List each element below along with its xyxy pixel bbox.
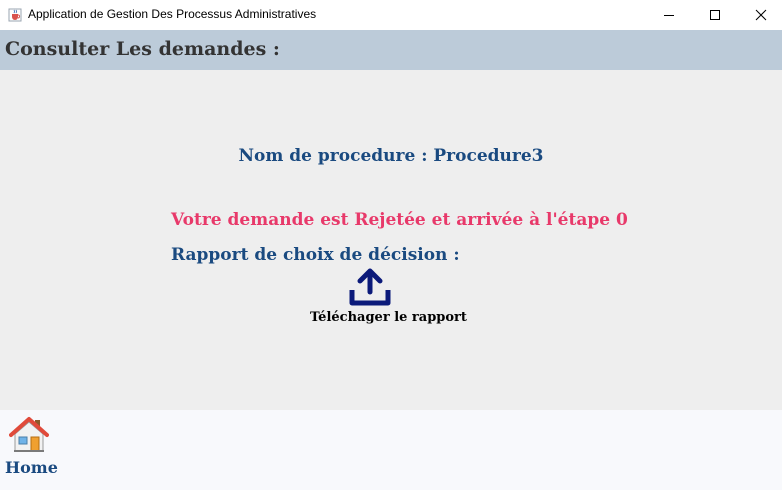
page-title: Consulter Les demandes : (5, 38, 280, 60)
window-titlebar: Application de Gestion Des Processus Adm… (0, 0, 782, 30)
download-report-button[interactable] (348, 268, 392, 308)
page-header: Consulter Les demandes : (0, 30, 782, 70)
minimize-button[interactable] (646, 0, 692, 30)
window-title: Application de Gestion Des Processus Adm… (28, 7, 317, 21)
close-button[interactable] (738, 0, 782, 30)
maximize-button[interactable] (692, 0, 738, 30)
minimize-icon (663, 6, 675, 25)
java-cup-icon (8, 7, 22, 22)
footer-bar: Home (0, 410, 782, 490)
download-report-link[interactable]: Téléchager le rapport (310, 310, 467, 325)
main-content: Nom de procedure : Procedure3 Votre dema… (0, 70, 782, 410)
procedure-name: Nom de procedure : Procedure3 (238, 146, 544, 166)
maximize-icon (709, 6, 721, 25)
close-icon (755, 6, 767, 25)
home-label[interactable]: Home (5, 458, 58, 477)
report-label: Rapport de choix de décision : (171, 245, 460, 265)
request-status: Votre demande est Rejetée et arrivée à l… (171, 210, 628, 230)
home-button[interactable] (9, 416, 49, 454)
home-icon (9, 417, 49, 458)
